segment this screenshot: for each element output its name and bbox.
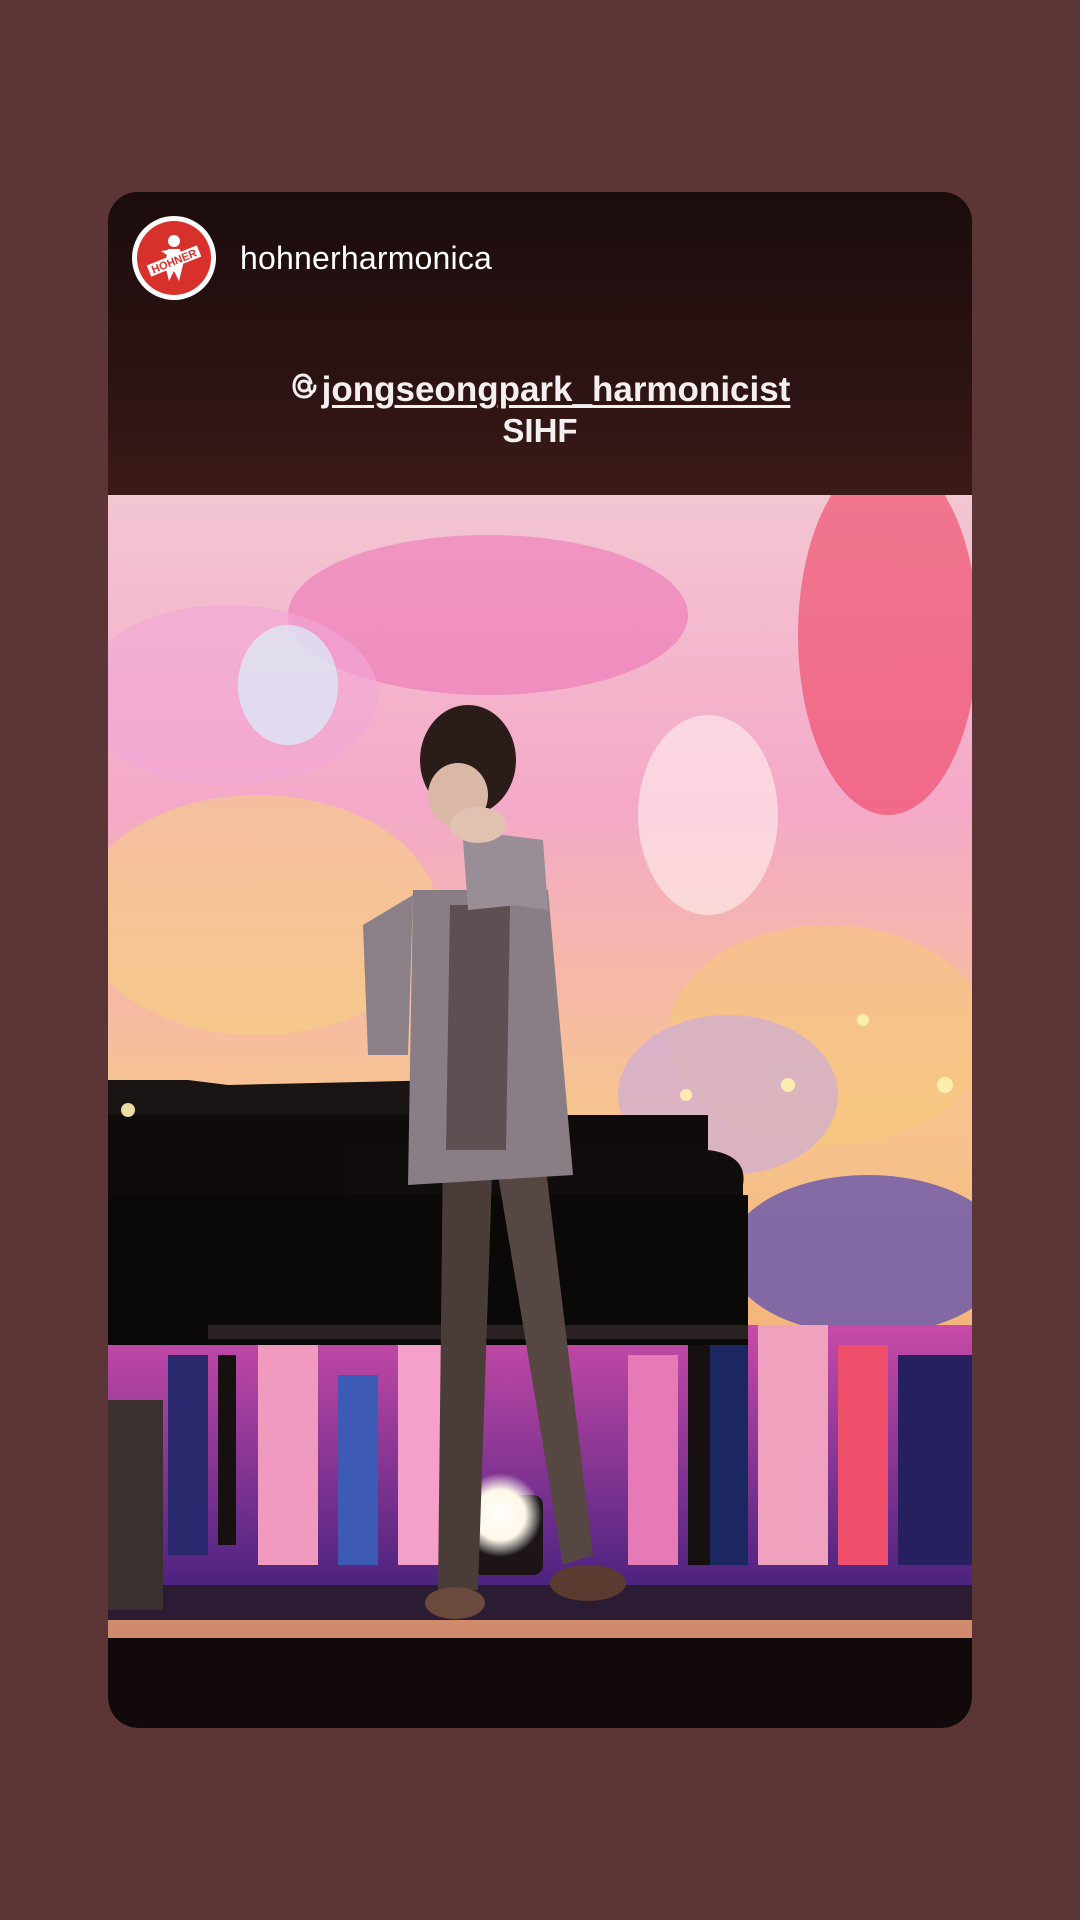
caption-line2: SIHF [502,412,578,449]
profile-avatar[interactable]: HOHNER [132,216,216,300]
hohner-logo-icon: HOHNER [137,221,211,295]
mention-text: jongseongpark_harmonicist [321,370,791,409]
username[interactable]: hohnerharmonica [240,240,492,277]
story-card[interactable]: HOHNER hohnerharmonica jongseongpark_har… [108,192,972,1728]
stage-floor [108,1585,972,1625]
mention-link[interactable]: jongseongpark_harmonicist [290,370,791,410]
story-caption: jongseongpark_harmonicist SIHF [108,370,972,450]
story-header: HOHNER hohnerharmonica [132,216,492,300]
threads-at-icon [290,370,318,410]
stage-speaker [108,1400,163,1610]
story-photo [108,495,972,1728]
